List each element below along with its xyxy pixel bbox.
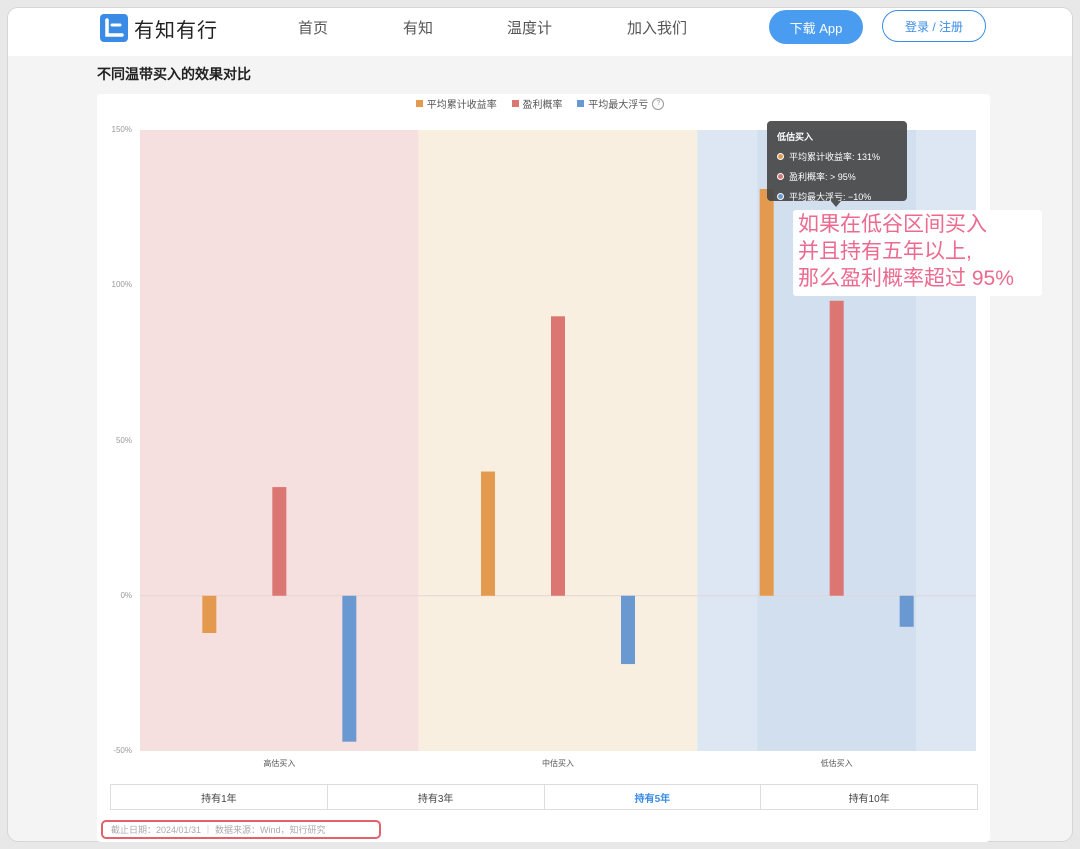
legend-swatch-drawdown bbox=[577, 100, 585, 107]
legend-item-win-rate[interactable]: 盈利概率 bbox=[511, 96, 563, 111]
tab-hold-10y[interactable]: 持有10年 bbox=[761, 785, 977, 809]
annotation-line-1: 如果在低谷区间买入 bbox=[798, 213, 987, 236]
tooltip-row-return: 平均累计收益率: 131% bbox=[777, 150, 897, 163]
bar-0-0 bbox=[202, 595, 217, 634]
legend-swatch-return bbox=[415, 100, 423, 107]
data-source-note: 截止日期：2024/01/31 ｜ 数据来源：Wind，知行研究 bbox=[101, 820, 381, 839]
question-circle-icon[interactable]: ? bbox=[652, 97, 665, 110]
annotation-line-2: 并且持有五年以上, bbox=[798, 240, 972, 263]
legend-swatch-win-rate bbox=[511, 100, 519, 107]
category-band-0 bbox=[140, 130, 419, 751]
tab-hold-3y[interactable]: 持有3年 bbox=[328, 785, 545, 809]
y-tick-label: 50% bbox=[115, 435, 132, 445]
tooltip-dot-return bbox=[777, 153, 784, 160]
tooltip-dot-drawdown bbox=[777, 193, 784, 200]
y-tick-label: 100% bbox=[111, 280, 132, 290]
tooltip-value-return: 平均累计收益率: 131% bbox=[789, 152, 881, 162]
bar-2-0 bbox=[342, 595, 357, 742]
bar-1-2 bbox=[829, 300, 844, 596]
x-category-label: 中估买入 bbox=[542, 759, 574, 768]
y-tick-label: -50% bbox=[113, 746, 132, 755]
x-category-label: 低估买入 bbox=[820, 759, 853, 768]
legend-item-drawdown[interactable]: 平均最大浮亏 ? bbox=[577, 96, 665, 111]
y-tick-label: 0% bbox=[120, 590, 132, 600]
tooltip-title: 低估买入 bbox=[777, 132, 814, 142]
x-category-label: 高估买入 bbox=[263, 759, 296, 768]
legend-item-return[interactable]: 平均累计收益率 bbox=[415, 96, 497, 111]
y-tick-label: 150% bbox=[111, 125, 132, 134]
tooltip-value-win-rate: 盈利概率: > 95% bbox=[789, 172, 856, 182]
tooltip-row-win-rate: 盈利概率: > 95% bbox=[777, 170, 897, 183]
holding-period-tabs: 持有1年 持有3年 持有5年 持有10年 bbox=[110, 784, 978, 810]
legend-label-drawdown: 平均最大浮亏 bbox=[588, 100, 649, 111]
legend-label-win-rate: 盈利概率 bbox=[522, 100, 563, 111]
data-source-text: 截止日期：2024/01/31 ｜ 数据来源：Wind，知行研究 bbox=[111, 825, 326, 835]
annotation-line-3: 那么盈利概率超过 95% bbox=[798, 267, 1014, 290]
bar-2-2 bbox=[899, 595, 914, 627]
bar-1-0 bbox=[272, 487, 287, 596]
tooltip-arrow bbox=[831, 201, 841, 207]
bar-2-1 bbox=[621, 595, 635, 665]
bar-1-1 bbox=[551, 316, 565, 596]
bar-0-1 bbox=[481, 471, 495, 596]
legend-label-return: 平均累计收益率 bbox=[426, 100, 497, 111]
chart-legend: 平均累计收益率 盈利概率 平均最大浮亏 ? bbox=[0, 96, 1080, 111]
tab-hold-1y[interactable]: 持有1年 bbox=[111, 785, 328, 809]
bar-0-2 bbox=[759, 188, 774, 596]
annotation-callout: 如果在低谷区间买入 并且持有五年以上, 那么盈利概率超过 95% bbox=[793, 210, 1042, 296]
tooltip-dot-win-rate bbox=[777, 173, 784, 180]
tab-hold-5y[interactable]: 持有5年 bbox=[545, 785, 762, 809]
chart-tooltip: 低估买入 平均累计收益率: 131% 盈利概率: > 95% 平均最大浮亏: −… bbox=[767, 121, 907, 202]
bar-chart bbox=[140, 130, 976, 751]
